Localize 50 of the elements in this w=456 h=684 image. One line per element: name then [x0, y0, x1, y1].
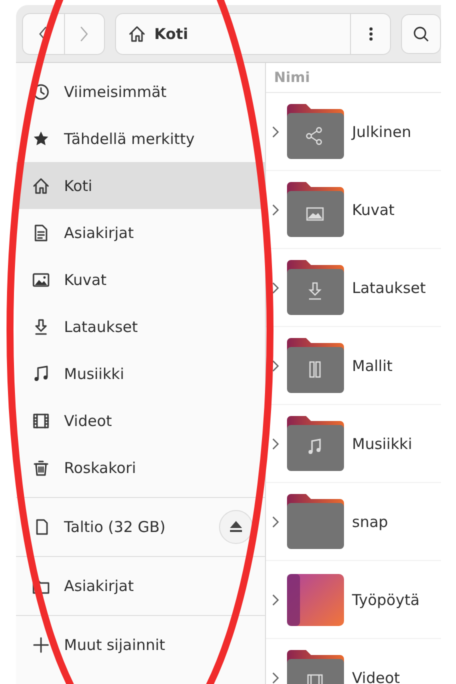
search-button[interactable]	[401, 14, 441, 54]
file-row[interactable]: Kuvat	[266, 171, 441, 249]
music-note-icon	[32, 364, 50, 382]
menu-icon	[368, 26, 372, 40]
share-folder-icon	[287, 104, 344, 159]
file-row[interactable]: Videot	[266, 639, 441, 684]
music-note-folder-icon	[287, 416, 344, 471]
home-icon	[32, 176, 50, 194]
expander-icon	[272, 672, 279, 684]
sidebar-item[interactable]: Musiikki	[16, 350, 265, 397]
file-row[interactable]: Mallit	[266, 327, 441, 405]
desktop-folder-icon	[287, 574, 344, 626]
folder-icon	[287, 494, 344, 549]
sidebar-item[interactable]: Roskakori	[16, 444, 265, 491]
film-icon	[32, 412, 50, 430]
sidebar-item[interactable]: Lataukset	[16, 303, 265, 350]
sidebar-item[interactable]: Koti	[16, 162, 265, 209]
expander-icon	[272, 594, 279, 606]
sidebar-item[interactable]: Kuvat	[16, 256, 265, 303]
download-folder-icon	[287, 260, 344, 315]
sidebar-item[interactable]: Asiakirjat	[16, 209, 265, 256]
star-icon	[32, 130, 50, 148]
search-icon	[413, 26, 429, 42]
sidebar-item[interactable]: Muut sijainnit	[16, 621, 265, 668]
chevron-right-icon	[80, 26, 88, 42]
file-row[interactable]: snap	[266, 483, 441, 561]
sidebar-item[interactable]: Viimeisimmät	[16, 68, 265, 115]
sidebar-item[interactable]: Tähdellä merkitty	[16, 115, 265, 162]
sidebar-item[interactable]: Asiakirjat	[16, 562, 265, 609]
file-row[interactable]: Lataukset	[266, 249, 441, 327]
file-row[interactable]: Julkinen	[266, 93, 441, 171]
expander-icon	[272, 360, 279, 372]
expander-icon	[272, 126, 279, 138]
sidebar-item[interactable]: Taltio (32 GB)	[16, 503, 265, 550]
eject-button[interactable]	[219, 510, 253, 544]
ruler-folder-icon	[287, 338, 344, 393]
file-row[interactable]: Musiikki	[266, 405, 441, 483]
expander-icon	[272, 438, 279, 450]
plus-icon	[32, 636, 50, 654]
trash-icon	[32, 458, 50, 476]
image-folder-icon	[287, 182, 344, 237]
image-icon	[32, 270, 50, 288]
document-icon	[32, 224, 50, 242]
sidebar-item[interactable]: Videot	[16, 397, 265, 444]
expander-icon	[272, 516, 279, 528]
expander-icon	[272, 204, 279, 216]
home-icon	[128, 24, 146, 42]
eject-icon	[230, 521, 242, 532]
expander-icon	[272, 282, 279, 294]
file-row[interactable]: Työpöytä	[266, 561, 441, 639]
